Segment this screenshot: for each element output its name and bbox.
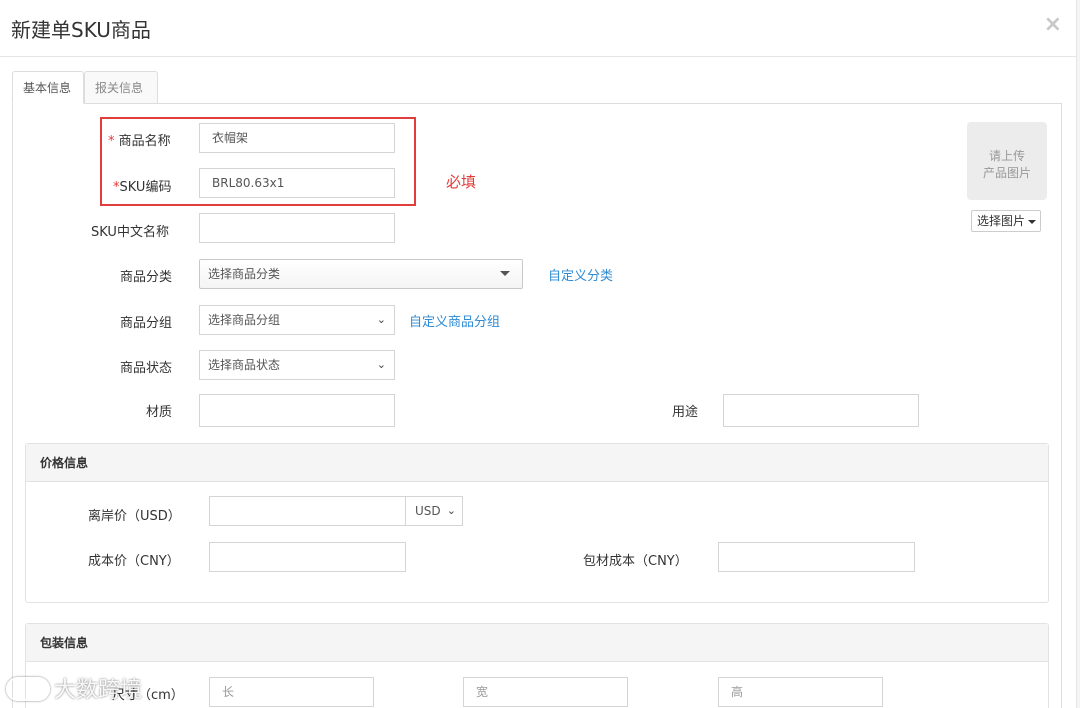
material-label: 材质 [146,405,173,420]
offshore-price-input[interactable] [209,496,406,526]
currency-select[interactable]: USD ⌄ [406,496,463,526]
group-select-value: 选择商品分组 [208,313,281,327]
width-input[interactable]: 宽 [463,677,628,707]
sku-code-label: *SKU编码 [113,176,171,195]
category-select-value: 选择商品分类 [208,267,281,281]
category-label: 商品分类 [120,270,173,285]
packaging-cost-input[interactable] [718,542,915,572]
product-name-input[interactable]: 衣帽架 [199,123,395,153]
currency-select-value: USD [415,504,441,518]
watermark-text: 大数跨境 [54,678,143,703]
packaging-panel-title: 包装信息 [26,624,1048,662]
custom-group-link[interactable]: 自定义商品分组 [409,311,500,330]
usage-input[interactable] [723,394,919,427]
sku-cn-name-label: SKU中文名称 [91,225,169,240]
sku-cn-name-input[interactable] [199,213,395,243]
cost-price-input[interactable] [209,542,406,572]
category-select[interactable]: 选择商品分类 [199,259,523,289]
modal-title: 新建单SKU商品 [11,18,151,42]
offshore-price-label: 离岸价（USD） [88,509,181,524]
product-name-label: * 商品名称 [108,130,171,149]
watermark: 大数跨境 [6,672,142,704]
sku-code-label-text: SKU编码 [119,180,172,195]
sku-code-input[interactable]: BRL80.63x1 [199,168,395,198]
chevron-down-icon: ⌄ [376,313,386,326]
required-note: 必填 [446,173,477,191]
group-label: 商品分组 [120,316,173,331]
tab-basic-info[interactable]: 基本信息 [12,71,84,104]
status-select-value: 选择商品状态 [208,358,281,372]
required-mark: * [108,134,119,149]
tab-customs-info[interactable]: 报关信息 [84,71,158,104]
usage-label: 用途 [672,405,699,420]
status-label: 商品状态 [120,361,173,376]
scroll-edge [1076,0,1080,708]
choose-image-button[interactable]: 选择图片 [971,210,1041,232]
status-select[interactable]: 选择商品状态 ⌄ [199,350,395,380]
product-name-label-text: 商品名称 [118,134,171,149]
cost-price-label: 成本价（CNY） [88,554,180,569]
upload-hint-line1: 请上传 [988,149,1025,163]
packaging-cost-label: 包材成本（CNY） [583,554,688,569]
height-input[interactable]: 高 [718,677,883,707]
watermark-logo-icon [6,677,50,701]
image-upload-box[interactable]: 请上传 产品图片 [967,122,1047,200]
group-select[interactable]: 选择商品分组 ⌄ [199,305,395,335]
caret-down-icon [1028,219,1037,224]
price-panel-title: 价格信息 [26,444,1048,482]
upload-hint-line2: 产品图片 [982,166,1031,180]
material-input[interactable] [199,394,395,427]
caret-down-icon [500,271,510,276]
close-icon[interactable]: × [1044,12,1062,37]
custom-category-link[interactable]: 自定义分类 [548,265,613,284]
length-input[interactable]: 长 [209,677,374,707]
chevron-down-icon: ⌄ [376,358,386,371]
modal-header: 新建单SKU商品 × [0,0,1080,57]
choose-image-label: 选择图片 [977,214,1026,228]
chevron-down-icon: ⌄ [446,504,456,517]
